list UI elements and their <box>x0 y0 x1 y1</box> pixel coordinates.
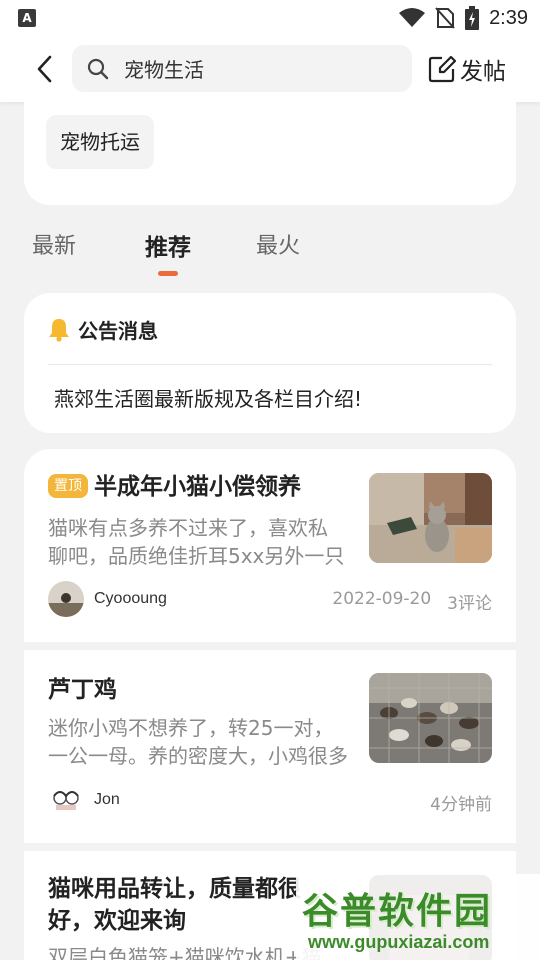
post-description-line: 聊吧，品质绝佳折耳5xx另外一只 <box>48 544 345 568</box>
pinned-badge: 置顶 <box>48 474 88 498</box>
post-title: 猫咪用品转让，质量都很 好，欢迎来询 <box>48 873 328 937</box>
search-icon <box>87 58 109 79</box>
post-date: 2022-09-20 <box>332 589 432 609</box>
tab-latest[interactable]: 最新 <box>32 228 76 260</box>
tab-recommended-label: 推荐 <box>145 235 191 261</box>
category-card: 宠物托运 <box>24 95 516 205</box>
post-description-line: 猫咪有点多养不过来了，喜欢私 <box>48 516 328 540</box>
post-title: 芦丁鸡 <box>48 677 117 703</box>
notice-divider <box>48 364 492 365</box>
post-title: 置顶 半成年小猫小偿领养 <box>48 471 348 503</box>
post-author[interactable]: Jon <box>48 782 120 818</box>
wifi-icon <box>399 8 426 27</box>
edit-icon <box>428 55 456 83</box>
post-label: 发帖 <box>460 59 506 85</box>
system-icons: 2:39 <box>399 0 528 36</box>
top-header: 发帖 <box>0 36 540 102</box>
notice-card: 公告消息 燕郊生活圈最新版规及各栏目介绍! <box>24 293 516 433</box>
author-name: Jon <box>94 791 120 808</box>
author-name: Cyoooung <box>94 590 167 607</box>
post-description: 迷你小鸡不想养了，转25一对， 一公一母。养的密度大，小鸡很多 <box>48 714 348 770</box>
notice-message[interactable]: 燕郊生活圈最新版规及各栏目介绍! <box>54 383 362 412</box>
clock: 2:39 <box>489 6 528 29</box>
bell-icon <box>49 318 69 342</box>
post-title-line: 好，欢迎来询 <box>48 908 186 934</box>
search-input[interactable] <box>124 56 384 81</box>
notification-a-icon: A <box>18 9 36 27</box>
post-description-line: 一公一母。养的密度大，小鸡很多 <box>48 744 348 768</box>
watermark-title: 谷普软件园 <box>302 891 493 932</box>
chickens-photo <box>369 673 492 763</box>
post-card[interactable]: 芦丁鸡 迷你小鸡不想养了，转25一对， 一公一母。养的密度大，小鸡很多 Jon … <box>24 650 516 843</box>
battery-charging-icon <box>465 6 480 30</box>
avatar <box>48 782 84 818</box>
avatar <box>48 581 84 617</box>
post-card[interactable]: 置顶 半成年小猫小偿领养 猫咪有点多养不过来了，喜欢私 聊吧，品质绝佳折耳5xx另… <box>24 449 516 642</box>
no-sim-icon <box>435 7 455 29</box>
watermark-logo: 谷普软件园 www.gupuxiazai.com <box>296 874 540 960</box>
post-meta: 2022-09-20 3评论 <box>332 589 492 614</box>
post-meta: 4分钟前 <box>430 790 492 815</box>
notice-header: 公告消息 <box>48 315 158 344</box>
tab-hottest[interactable]: 最火 <box>256 228 300 260</box>
notice-title: 公告消息 <box>78 319 158 343</box>
search-bar[interactable] <box>72 45 412 92</box>
status-bar: A 2:39 <box>0 0 540 36</box>
chevron-left-icon <box>37 55 52 83</box>
post-description-line: 迷你小鸡不想养了，转25一对， <box>48 716 334 740</box>
active-tab-indicator <box>158 271 178 276</box>
tab-recommended[interactable]: 推荐 <box>145 228 191 276</box>
post-title-text: 半成年小猫小偿领养 <box>94 474 301 500</box>
post-button[interactable]: 发帖 <box>428 52 506 86</box>
post-time: 4分钟前 <box>430 795 492 815</box>
back-button[interactable] <box>28 52 62 86</box>
post-description: 猫咪有点多养不过来了，喜欢私 聊吧，品质绝佳折耳5xx另外一只 <box>48 514 348 570</box>
post-thumbnail[interactable] <box>369 473 492 563</box>
watermark-url: www.gupuxiazai.com <box>308 932 490 952</box>
post-author[interactable]: Cyoooung <box>48 581 167 617</box>
kitten-photo <box>369 473 492 563</box>
category-chip[interactable]: 宠物托运 <box>46 115 154 169</box>
post-thumbnail[interactable] <box>369 673 492 763</box>
comment-count: 3评论 <box>447 594 492 614</box>
post-title-line: 猫咪用品转让，质量都很 <box>48 876 301 902</box>
